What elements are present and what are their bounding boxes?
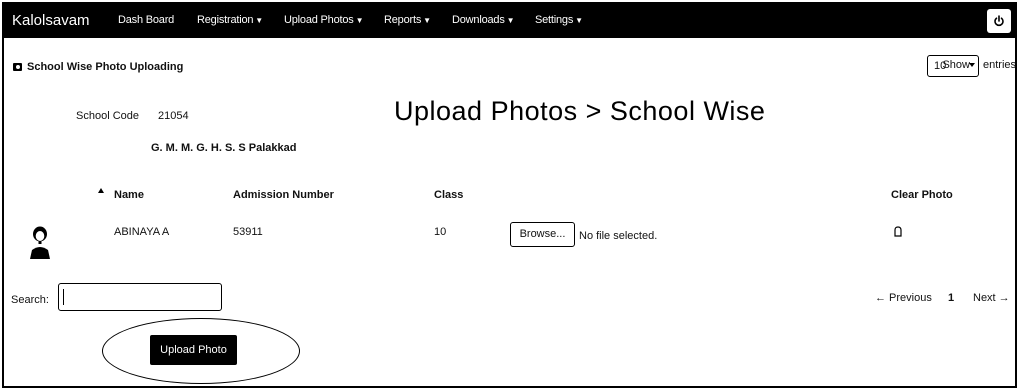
pagination-previous[interactable]: ← Previous (875, 292, 932, 304)
top-navbar: Kalolsavam Dash Board Registration ▼ Uplo… (4, 4, 1015, 38)
nav-registration[interactable]: Registration ▼ (197, 14, 263, 26)
caret-down-icon: ▼ (575, 16, 583, 25)
camera-icon (13, 63, 22, 71)
nav-dashboard[interactable]: Dash Board (118, 14, 174, 26)
page-heading: School Wise Photo Uploading (13, 61, 183, 73)
sort-asc-icon[interactable] (98, 188, 104, 193)
nav-settings[interactable]: Settings ▼ (535, 14, 583, 26)
caret-down-icon: ▼ (506, 16, 515, 25)
cell-admission-number: 53911 (233, 226, 263, 238)
pagination-current-page[interactable]: 1 (948, 292, 954, 304)
caret-down-icon: ▼ (255, 16, 264, 25)
school-code-value: 21054 (158, 110, 189, 122)
caret-down-icon: ▼ (423, 16, 431, 25)
upload-photo-button[interactable]: Upload Photo (150, 335, 237, 365)
app-frame: Kalolsavam Dash Board Registration ▼ Uplo… (2, 2, 1017, 388)
entries-select-value: 10 (934, 60, 947, 72)
pagination-next[interactable]: Next → (973, 292, 1010, 304)
browse-file-button[interactable]: Browse... (510, 222, 575, 247)
search-input[interactable] (58, 283, 222, 311)
nav-downloads[interactable]: Downloads ▼ (452, 14, 515, 26)
caret-down-icon: ▼ (355, 16, 364, 25)
column-header-clear-photo[interactable]: Clear Photo (891, 189, 953, 201)
search-label: Search: (11, 294, 49, 306)
cell-class: 10 (434, 226, 447, 238)
power-icon (994, 15, 1004, 27)
school-name: G. M. M. G. H. S. S Palakkad (151, 142, 297, 154)
overlay-title: Upload Photos > School Wise (394, 96, 766, 126)
column-header-name[interactable]: Name (114, 189, 144, 201)
page-heading-text: School Wise Photo Uploading (27, 61, 184, 73)
clear-photo-icon[interactable] (894, 226, 902, 237)
file-status-text: No file selected. (579, 230, 658, 242)
nav-upload-photos[interactable]: Upload Photos ▼ (284, 14, 363, 26)
brand-title[interactable]: Kalolsavam (12, 12, 90, 29)
student-avatar-icon (30, 226, 50, 259)
column-header-class[interactable]: Class (434, 189, 463, 201)
dropdown-arrow-icon (969, 63, 975, 67)
nav-reports[interactable]: Reports ▼ (384, 14, 431, 26)
entries-select[interactable]: 10 (927, 55, 979, 77)
entries-suffix-label: entries (983, 59, 1017, 71)
school-code-label: School Code (76, 110, 139, 122)
column-header-admission-number[interactable]: Admission Number (233, 189, 334, 201)
logout-button[interactable] (987, 9, 1011, 33)
cell-name: ABINAYA A (114, 226, 170, 238)
